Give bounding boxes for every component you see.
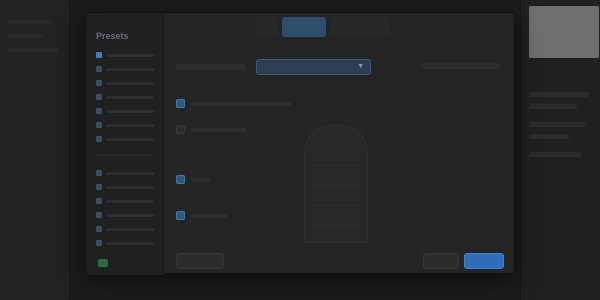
ok-button[interactable] — [464, 253, 504, 269]
add-preset-icon[interactable] — [98, 259, 108, 267]
sidebar-item[interactable] — [96, 133, 154, 145]
sidebar-item[interactable] — [96, 105, 154, 117]
sidebar-item[interactable] — [96, 209, 154, 221]
panel-row — [8, 48, 58, 52]
preset-dropdown[interactable]: ▼ — [256, 59, 371, 75]
chevron-down-icon: ▼ — [357, 63, 364, 70]
workspace: Presets ▼ — [0, 0, 600, 300]
sidebar-item[interactable] — [96, 119, 154, 131]
right-panel — [520, 0, 600, 300]
panel-row — [529, 104, 577, 109]
option-label — [191, 101, 291, 106]
sidebar-divider — [96, 155, 154, 156]
preset-icon — [96, 136, 102, 142]
setting-label — [176, 64, 246, 70]
tab-2[interactable] — [282, 17, 326, 37]
navigator-thumbnail[interactable] — [529, 6, 599, 58]
tab-1[interactable] — [256, 17, 278, 37]
preset-icon — [96, 240, 102, 246]
option-slider[interactable] — [421, 63, 501, 69]
preset-icon — [96, 226, 102, 232]
sidebar-item[interactable] — [96, 181, 154, 193]
sidebar-item[interactable] — [96, 195, 154, 207]
panel-row — [529, 122, 585, 127]
sidebar-item[interactable] — [96, 77, 154, 89]
option-row[interactable] — [176, 125, 247, 134]
preset-icon — [96, 122, 102, 128]
sidebar-item[interactable] — [96, 63, 154, 75]
option-row[interactable] — [176, 99, 291, 108]
preset-icon — [96, 94, 102, 100]
option-label — [191, 177, 211, 182]
preset-sidebar: Presets — [86, 13, 164, 275]
reset-button[interactable] — [176, 253, 224, 269]
option-label — [191, 127, 247, 132]
panel-row — [8, 34, 44, 38]
checkbox[interactable] — [176, 99, 185, 108]
panel-row — [8, 20, 52, 24]
settings-row: ▼ — [176, 59, 371, 75]
checkbox[interactable] — [176, 211, 185, 220]
checkbox[interactable] — [176, 125, 185, 134]
option-label — [191, 213, 227, 218]
preset-icon — [96, 198, 102, 204]
sidebar-item[interactable] — [96, 237, 154, 249]
panel-row — [529, 92, 589, 97]
preset-icon — [96, 108, 102, 114]
sidebar-item[interactable] — [96, 167, 154, 179]
preset-icon — [96, 184, 102, 190]
sidebar-title: Presets — [96, 31, 129, 41]
modal-dialog: Presets ▼ — [85, 12, 515, 275]
panel-row — [529, 134, 569, 139]
tab-bar — [256, 17, 390, 39]
preset-icon — [96, 80, 102, 86]
option-row[interactable] — [176, 211, 227, 220]
sidebar-item[interactable] — [96, 49, 154, 61]
preset-icon — [96, 52, 102, 58]
checkbox[interactable] — [176, 175, 185, 184]
preset-icon — [96, 66, 102, 72]
sidebar-item[interactable] — [96, 223, 154, 235]
option-row[interactable] — [176, 175, 211, 184]
tab-3[interactable] — [330, 17, 390, 37]
left-tool-panel — [0, 0, 70, 300]
preview-area — [304, 125, 368, 243]
preset-icon — [96, 212, 102, 218]
panel-row — [529, 152, 581, 157]
sidebar-item[interactable] — [96, 91, 154, 103]
cancel-button[interactable] — [423, 253, 459, 269]
preset-icon — [96, 170, 102, 176]
